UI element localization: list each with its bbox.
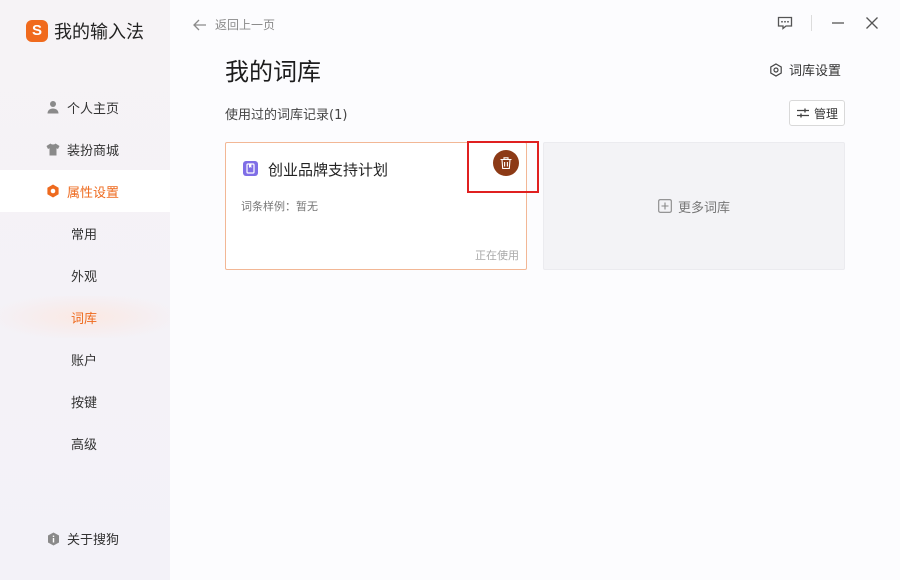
manage-button[interactable]: 管理 [789, 100, 845, 126]
sidebar-item-settings[interactable]: 属性设置 [0, 170, 170, 212]
sidebar-item-label: 装扮商城 [67, 143, 120, 159]
close-button[interactable] [863, 14, 881, 32]
info-shield-icon [46, 532, 60, 546]
person-icon [46, 100, 60, 114]
lexicon-card-sample: 词条样例：暂无 [241, 200, 318, 213]
sidebar-subitem-appearance[interactable]: 外观 [0, 254, 170, 296]
tshirt-icon [46, 142, 60, 156]
lexicon-card-title: 创业品牌支持计划 [268, 161, 389, 179]
sidebar-subitem-lexicon[interactable]: 词库 [0, 296, 170, 338]
more-lexicon-card[interactable]: 更多词库 [543, 142, 845, 270]
manage-label: 管理 [813, 106, 838, 121]
app-logo: S [26, 20, 48, 42]
minimize-button[interactable] [829, 14, 847, 32]
arrow-left-icon [193, 19, 206, 30]
sidebar-subitem-account[interactable]: 账户 [0, 338, 170, 380]
plus-square-icon [658, 199, 672, 213]
sidebar-item-label: 个人主页 [67, 101, 120, 117]
sidebar-nav: 个人主页 装扮商城 属性设置 常用 外观 词库 账户 按键 高级 [0, 86, 170, 464]
feedback-button[interactable] [776, 14, 794, 32]
trash-icon [500, 157, 512, 170]
close-icon [866, 17, 878, 29]
feedback-icon [777, 16, 793, 30]
sidebar-subitem-common[interactable]: 常用 [0, 212, 170, 254]
sidebar-item-about[interactable]: 关于搜狗 [46, 529, 119, 548]
hexagon-settings-icon [770, 62, 782, 77]
app-name: 我的输入法 [54, 22, 144, 43]
sidebar-item-profile[interactable]: 个人主页 [0, 86, 170, 128]
back-link[interactable]: 返回上一页 [193, 16, 275, 33]
brand: S 我的输入法 [26, 18, 144, 44]
sidebar-subitem-advanced[interactable]: 高级 [0, 422, 170, 464]
lexicon-settings-label: 词库设置 [789, 64, 842, 79]
lexicon-book-icon [243, 161, 258, 176]
back-label: 返回上一页 [215, 18, 276, 32]
sidebar-item-store[interactable]: 装扮商城 [0, 128, 170, 170]
sidebar-item-label: 关于搜狗 [67, 533, 120, 548]
sliders-icon [796, 108, 809, 118]
sidebar-item-label: 属性设置 [67, 185, 120, 201]
records-label: 使用过的词库记录(1) [225, 108, 348, 123]
minimize-icon [832, 22, 844, 24]
sidebar: S 我的输入法 个人主页 装扮商城 属性设置 常用 外观 词库 账户 按键 高级 [0, 0, 170, 580]
divider [811, 15, 812, 31]
hexagon-settings-icon [46, 184, 60, 198]
more-lexicon-label: 更多词库 [677, 200, 730, 216]
lexicon-card-status: 正在使用 [475, 249, 519, 262]
delete-lexicon-button[interactable] [493, 150, 519, 176]
lexicon-card[interactable]: 创业品牌支持计划 词条样例：暂无 正在使用 [225, 142, 527, 270]
page-title: 我的词库 [225, 58, 321, 86]
sidebar-subitem-keys[interactable]: 按键 [0, 380, 170, 422]
lexicon-settings-link[interactable]: 词库设置 [769, 60, 841, 79]
